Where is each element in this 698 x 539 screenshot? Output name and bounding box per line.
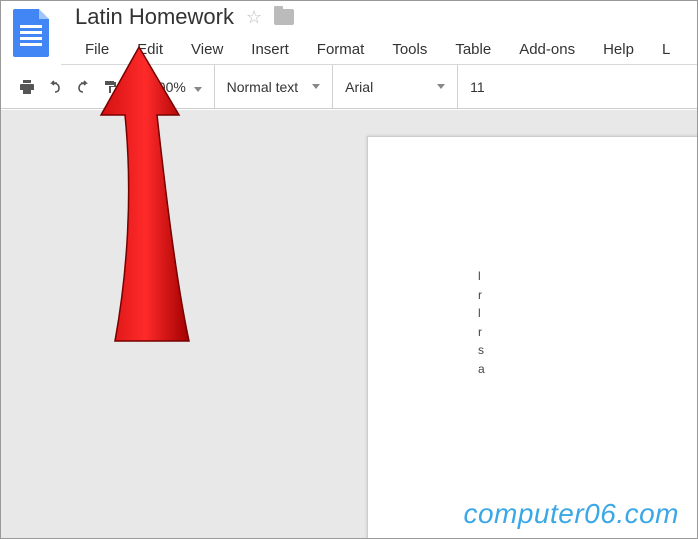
document-body-text[interactable]: l r l r s a	[478, 267, 697, 379]
document-canvas[interactable]: l r l r s a	[1, 110, 697, 538]
paint-roller-icon	[103, 79, 119, 95]
font-value: Arial	[345, 79, 373, 95]
print-icon	[19, 79, 35, 95]
menu-view[interactable]: View	[177, 37, 237, 62]
redo-button[interactable]	[69, 73, 97, 101]
paragraph-style-dropdown[interactable]: Normal text	[227, 79, 321, 95]
undo-icon	[47, 79, 63, 95]
chevron-down-icon	[437, 84, 445, 89]
menu-format[interactable]: Format	[303, 37, 379, 62]
font-size-value: 11	[470, 79, 485, 95]
menu-file[interactable]: File	[71, 37, 123, 62]
chevron-down-icon	[194, 87, 202, 92]
page[interactable]: l r l r s a	[367, 136, 697, 538]
zoom-value: 100%	[150, 79, 186, 95]
header: Latin Homework ☆ File Edit View Insert F…	[1, 1, 697, 65]
toolbar: 100% Normal text Arial 11	[1, 65, 697, 109]
folder-icon[interactable]	[274, 9, 294, 25]
menu-bar: File Edit View Insert Format Tools Table…	[61, 33, 697, 65]
chevron-down-icon	[312, 84, 320, 89]
google-docs-logo-icon	[13, 9, 49, 57]
print-button[interactable]	[13, 73, 41, 101]
menu-tools[interactable]: Tools	[378, 37, 441, 62]
zoom-dropdown[interactable]: 100%	[150, 79, 202, 95]
menu-table[interactable]: Table	[441, 37, 505, 62]
menu-edit[interactable]: Edit	[123, 37, 177, 62]
menu-addons[interactable]: Add-ons	[505, 37, 589, 62]
font-size-dropdown[interactable]: 11	[470, 79, 485, 95]
paragraph-style-value: Normal text	[227, 79, 299, 95]
redo-icon	[75, 79, 91, 95]
menu-insert[interactable]: Insert	[237, 37, 303, 62]
watermark-text: computer06.com	[463, 498, 679, 530]
undo-button[interactable]	[41, 73, 69, 101]
title-area: Latin Homework ☆ File Edit View Insert F…	[61, 1, 697, 65]
app-window: Latin Homework ☆ File Edit View Insert F…	[0, 0, 698, 539]
paint-format-button[interactable]	[97, 73, 125, 101]
font-dropdown[interactable]: Arial	[345, 79, 445, 95]
docs-home-button[interactable]	[1, 1, 61, 65]
star-icon[interactable]: ☆	[246, 7, 262, 28]
document-title-input[interactable]: Latin Homework	[75, 4, 234, 30]
menu-help[interactable]: Help	[589, 37, 648, 62]
menu-overflow[interactable]: L	[648, 37, 684, 62]
